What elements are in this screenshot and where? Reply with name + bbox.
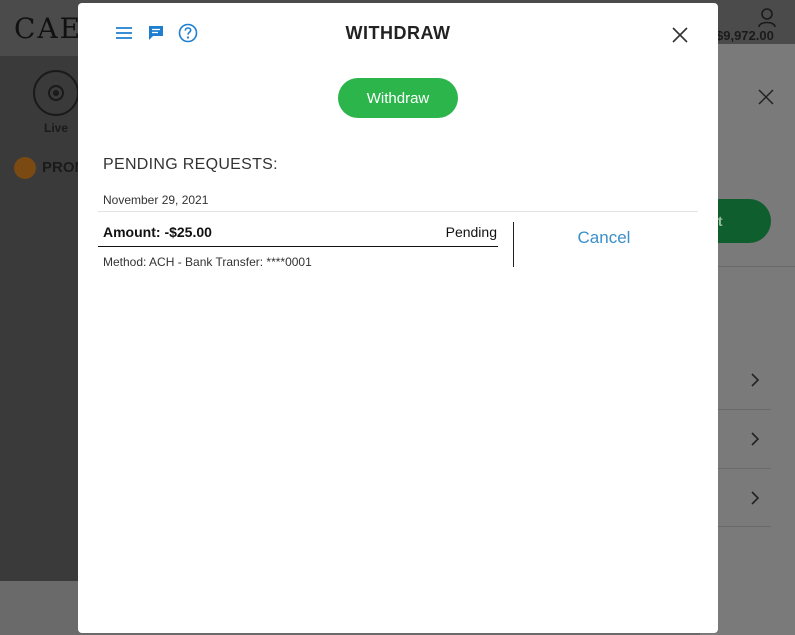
request-amount: Amount: -$25.00 xyxy=(103,224,212,240)
amount-label: Amount: xyxy=(103,224,161,240)
withdraw-button[interactable]: Withdraw xyxy=(338,78,458,118)
date-divider xyxy=(98,211,698,212)
chevron-right-icon xyxy=(751,491,760,505)
user-icon xyxy=(758,8,776,28)
amount-divider xyxy=(98,246,498,247)
request-method: Method: ACH - Bank Transfer: ****0001 xyxy=(103,255,312,269)
panel-close-icon xyxy=(758,89,774,105)
amount-value: -$25.00 xyxy=(164,224,212,240)
live-icon xyxy=(33,70,79,116)
modal-title: WITHDRAW xyxy=(345,23,451,43)
close-icon[interactable] xyxy=(670,25,690,45)
promo-icon xyxy=(14,157,36,179)
cancel-request-link[interactable]: Cancel xyxy=(514,228,694,248)
live-label: Live xyxy=(44,121,69,135)
chevron-right-icon xyxy=(751,432,760,446)
withdraw-modal: WITHDRAW Withdraw PENDING REQUESTS: Nove… xyxy=(78,3,718,633)
chevron-right-icon xyxy=(751,373,760,387)
status-badge: Pending xyxy=(445,224,497,240)
request-date: November 29, 2021 xyxy=(103,193,209,207)
pending-requests-heading: PENDING REQUESTS: xyxy=(103,156,278,173)
account-balance: $9,972.00 xyxy=(716,28,774,43)
